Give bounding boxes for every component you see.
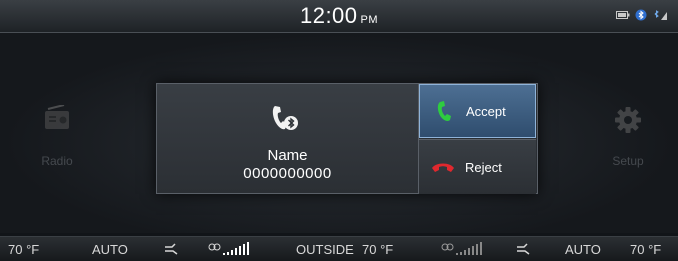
right-temperature[interactable]: 70 °F (630, 242, 661, 257)
incoming-call-popup: Name 0000000000 Accept Reject (156, 83, 538, 194)
airflow-icon-left[interactable] (163, 243, 181, 255)
caller-info: Name 0000000000 (157, 84, 419, 193)
battery-icon (616, 11, 630, 19)
fan-speed-icon-right[interactable] (441, 242, 485, 256)
gear-icon (615, 107, 641, 133)
climate-bar: 70 °F AUTO OUTSIDE 70 °F AUTO 70 °F (0, 236, 678, 261)
setup-app-label: Setup (612, 154, 644, 168)
status-icons (616, 9, 668, 21)
clock-ampm: PM (360, 14, 379, 26)
reject-phone-icon (431, 155, 455, 179)
radio-app-label: Radio (41, 154, 73, 168)
radio-icon (45, 104, 69, 129)
outside-label: OUTSIDE (296, 242, 354, 257)
status-bar: 12:00 PM (0, 0, 678, 33)
radio-app[interactable]: Radio (17, 104, 97, 168)
left-auto-mode[interactable]: AUTO (92, 242, 128, 257)
caller-name: Name (267, 147, 308, 164)
setup-app[interactable]: Setup (588, 105, 668, 168)
accept-call-label: Accept (466, 103, 506, 119)
right-auto-mode[interactable]: AUTO (565, 242, 601, 257)
accept-phone-icon (432, 99, 456, 123)
clock: 12:00 PM (0, 3, 678, 29)
bluetooth-icon (635, 9, 647, 21)
caller-number: 0000000000 (243, 165, 332, 182)
clock-time: 12:00 (299, 3, 358, 28)
reject-call-button[interactable]: Reject (419, 139, 536, 194)
accept-call-button[interactable]: Accept (419, 84, 536, 138)
reject-call-label: Reject (465, 159, 502, 175)
fan-speed-icon-left[interactable] (208, 242, 252, 256)
airflow-icon-right[interactable] (515, 243, 533, 255)
bluetooth-phone-icon (272, 106, 298, 130)
signal-icon (654, 10, 667, 20)
left-temperature[interactable]: 70 °F (8, 242, 39, 257)
outside-temperature: 70 °F (362, 242, 394, 257)
